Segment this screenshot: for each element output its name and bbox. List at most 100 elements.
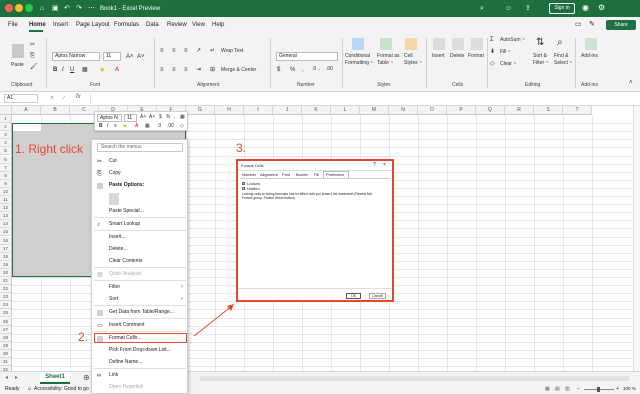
fill-button[interactable]: Fill ~ <box>500 50 511 55</box>
mini-font-color-icon[interactable]: A <box>135 124 138 129</box>
tab-page-layout[interactable]: Page Layout <box>76 22 110 28</box>
copy-icon[interactable]: ⎘ <box>30 53 35 59</box>
paste-option-icon[interactable] <box>109 193 119 205</box>
orientation-icon[interactable]: ↗ <box>196 48 201 54</box>
mini-currency-icon[interactable]: $ <box>159 115 162 120</box>
mini-shrink-font-icon[interactable]: A˅ <box>149 115 155 120</box>
row-header[interactable]: 31 <box>0 358 12 367</box>
bold-icon[interactable]: B <box>53 67 57 73</box>
mini-fill-color-icon[interactable]: ◈ <box>123 124 127 129</box>
align-center-icon[interactable]: ≡ <box>172 67 176 73</box>
column-header[interactable]: I <box>244 106 273 115</box>
insert-cells-button[interactable]: Insert <box>432 54 445 59</box>
align-middle-icon[interactable]: ≡ <box>172 48 176 54</box>
currency-icon[interactable]: $ <box>277 67 280 73</box>
active-cell[interactable] <box>13 124 41 132</box>
mini-format-painter-icon[interactable]: ▦ <box>180 115 185 120</box>
sort-filter-icon[interactable]: ⇅ <box>536 38 544 48</box>
row-header[interactable]: 20 <box>0 268 12 277</box>
menu-delete[interactable]: Delete... <box>109 247 128 252</box>
column-header[interactable]: H <box>215 106 244 115</box>
row-header[interactable]: 18 <box>0 252 12 261</box>
close-window-icon[interactable] <box>5 4 13 12</box>
delete-cells-icon[interactable] <box>452 38 464 50</box>
search-icon[interactable]: ⌕ <box>480 5 484 12</box>
add-ins-button[interactable]: Add-ins <box>581 54 598 59</box>
wrap-text-icon[interactable]: ↵ <box>210 48 215 54</box>
row-header[interactable]: 25 <box>0 309 12 318</box>
merge-center-button[interactable]: Merge & Center <box>221 68 256 73</box>
row-header[interactable]: 28 <box>0 333 12 342</box>
mini-grow-font-icon[interactable]: A˄ <box>140 115 146 120</box>
menu-define-name[interactable]: Define Name... <box>109 360 142 365</box>
font-color-icon[interactable]: A <box>115 67 119 73</box>
tab-fill[interactable]: Fill <box>314 173 319 177</box>
cancel-button[interactable]: Cancel <box>369 293 386 299</box>
menu-clear-contents[interactable]: Clear Contents <box>109 259 142 264</box>
percent-icon[interactable]: % <box>290 67 295 73</box>
accessibility-status[interactable]: Accessibility: Good to go <box>34 386 89 392</box>
paste-icon[interactable] <box>12 44 24 58</box>
row-header[interactable]: 21 <box>0 277 12 286</box>
row-header[interactable]: 6 <box>0 155 12 164</box>
tab-insert[interactable]: Insert <box>53 22 68 28</box>
zoom-out-icon[interactable]: − <box>577 386 580 392</box>
row-header[interactable]: 12 <box>0 204 12 213</box>
feedback-icon[interactable]: ☺ <box>505 5 512 12</box>
vertical-scrollbar[interactable] <box>633 106 640 371</box>
row-header[interactable]: 3 <box>0 131 12 140</box>
mini-bold-icon[interactable]: B <box>99 124 103 129</box>
conditional-formatting-label-2[interactable]: Formatting ~ <box>345 61 373 66</box>
locked-checkbox[interactable] <box>242 182 245 185</box>
fill-color-icon[interactable]: ◈ <box>100 67 105 73</box>
row-header[interactable]: 11 <box>0 196 12 205</box>
dialog-help-icon[interactable]: ? <box>373 163 376 168</box>
sort-filter-label-1[interactable]: Sort & <box>533 54 547 59</box>
column-header[interactable]: R <box>505 106 534 115</box>
column-header[interactable]: J <box>273 106 302 115</box>
decrease-font-icon[interactable]: A˅ <box>137 54 145 60</box>
cell-styles-label-1[interactable]: Cell <box>404 54 413 59</box>
prev-sheet-icon[interactable]: ◂ <box>5 374 8 381</box>
row-header[interactable]: 9 <box>0 179 12 188</box>
mini-percent-icon[interactable]: % <box>166 115 170 120</box>
increase-decimal-icon[interactable]: .0→ <box>312 67 321 72</box>
tab-number[interactable]: Number <box>242 173 256 177</box>
conditional-formatting-label-1[interactable]: Conditional <box>345 54 370 59</box>
account-icon[interactable]: ◉ <box>582 4 589 12</box>
insert-function-icon[interactable]: fx <box>76 94 81 100</box>
save-icon[interactable]: ▣ <box>52 5 59 12</box>
row-header[interactable]: 29 <box>0 341 12 350</box>
fill-icon[interactable]: ⬇ <box>490 49 495 55</box>
row-header[interactable]: 7 <box>0 163 12 172</box>
menu-filter[interactable]: Filter <box>109 285 120 290</box>
share-window-icon[interactable]: ⇪ <box>525 5 531 12</box>
delete-cells-button[interactable]: Delete <box>450 54 464 59</box>
column-header[interactable]: M <box>360 106 389 115</box>
row-header[interactable]: 15 <box>0 228 12 237</box>
column-header[interactable]: B <box>41 106 70 115</box>
tab-file[interactable]: File <box>8 22 18 28</box>
row-header[interactable]: 8 <box>0 171 12 180</box>
name-box[interactable]: A1 <box>4 94 38 103</box>
row-header[interactable]: 16 <box>0 236 12 245</box>
row-header[interactable]: 22 <box>0 285 12 294</box>
cut-icon[interactable]: ✂ <box>30 42 35 48</box>
comma-icon[interactable]: , <box>302 67 304 73</box>
horizontal-scrollbar[interactable] <box>200 376 630 381</box>
row-header[interactable]: 2 <box>0 123 12 132</box>
window-options-icon[interactable]: ⚙ <box>598 4 605 12</box>
wrap-text-button[interactable]: Wrap Text <box>221 49 243 54</box>
align-top-icon[interactable]: ≡ <box>160 48 164 54</box>
increase-font-icon[interactable]: A˄ <box>126 54 134 60</box>
column-header[interactable]: L <box>331 106 360 115</box>
format-button[interactable]: Format <box>468 54 484 59</box>
tab-data[interactable]: Data <box>146 22 159 28</box>
tab-help[interactable]: Help <box>212 22 224 28</box>
next-sheet-icon[interactable]: ▸ <box>15 374 18 381</box>
mini-clear-icon[interactable]: ◇ <box>180 124 184 129</box>
share-button[interactable]: Share <box>606 20 636 30</box>
mini-borders-icon[interactable]: ▦ <box>145 124 150 129</box>
insert-cells-icon[interactable] <box>433 38 445 50</box>
column-header[interactable]: T <box>563 106 592 115</box>
